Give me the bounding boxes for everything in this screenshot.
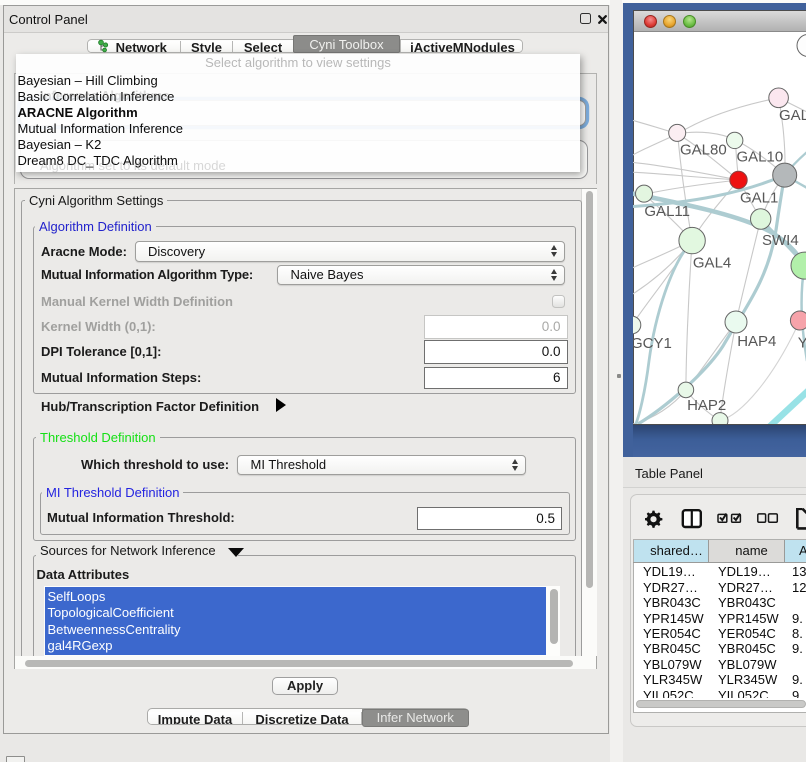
svg-text:GAL1: GAL1 <box>740 190 778 207</box>
svg-text:GCY1: GCY1 <box>633 335 672 352</box>
svg-text:Y: Y <box>798 335 806 352</box>
svg-text:GAL4: GAL4 <box>693 255 731 272</box>
svg-text:SWI4: SWI4 <box>762 232 799 249</box>
svg-text:GAL10: GAL10 <box>737 149 784 166</box>
svg-text:HAP4: HAP4 <box>737 333 776 350</box>
svg-text:HAP2: HAP2 <box>687 397 726 414</box>
svg-text:GAL7: GAL7 <box>779 107 806 124</box>
svg-text:GAL80: GAL80 <box>680 142 727 159</box>
svg-text:GAL11: GAL11 <box>644 203 690 220</box>
